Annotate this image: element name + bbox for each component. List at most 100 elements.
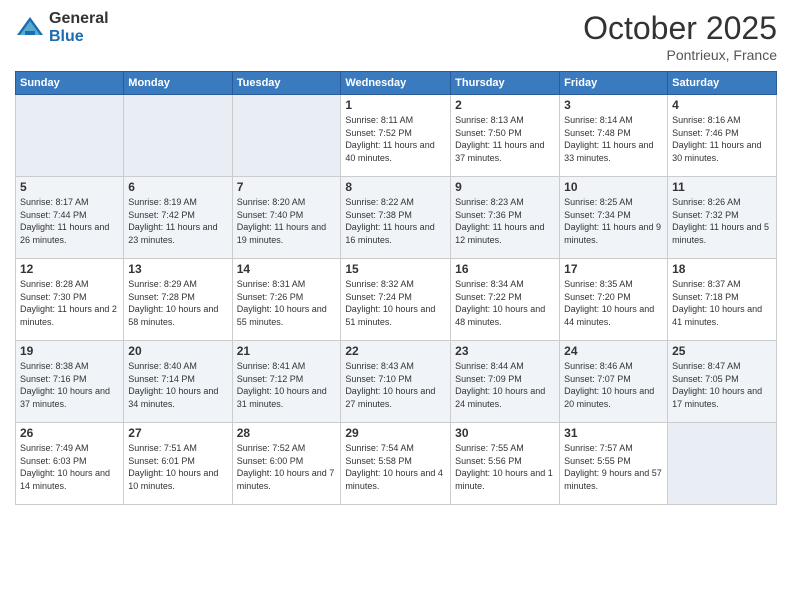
table-row: 16 Sunrise: 8:34 AM Sunset: 7:22 PM Dayli… — [451, 259, 560, 341]
table-row: 2Sunrise: 8:13 AM Sunset: 7:50 PM Daylig… — [451, 95, 560, 177]
table-row: 14Sunrise: 8:31 AM Sunset: 7:26 PM Dayli… — [232, 259, 341, 341]
day-number: 3 — [564, 98, 663, 112]
table-row: 31Sunrise: 7:57 AM Sunset: 5:55 PM Dayli… — [560, 423, 668, 505]
table-row: 12 Sunrise: 8:28 AM Sunset: 7:30 PM Dayli… — [16, 259, 124, 341]
day-number: 27 — [128, 426, 227, 440]
day-info: Sunrise: 8:14 AM Sunset: 7:48 PM Dayligh… — [564, 114, 663, 164]
calendar-week-row: 12 Sunrise: 8:28 AM Sunset: 7:30 PM Dayli… — [16, 259, 777, 341]
day-info: Sunrise: 7:52 AM Sunset: 6:00 PM Dayligh… — [237, 442, 337, 492]
col-sunday: Sunday — [16, 72, 124, 95]
day-number: 15 — [345, 262, 446, 276]
day-number: 29 — [345, 426, 446, 440]
header: General Blue October 2025 Pontrieux, Fra… — [15, 10, 777, 63]
day-number: 22 — [345, 344, 446, 358]
day-info: Sunrise: 8:34 AM Sunset: 7:22 PM Dayligh… — [455, 278, 555, 328]
day-info: Sunrise: 7:49 AM Sunset: 6:03 PM Dayligh… — [20, 442, 119, 492]
logo-general-text: General — [49, 10, 109, 28]
day-info: Sunrise: 8:16 AM Sunset: 7:46 PM Dayligh… — [672, 114, 772, 164]
table-row: 29 Sunrise: 7:54 AM Sunset: 5:58 PM Dayli… — [341, 423, 451, 505]
table-row: 25 Sunrise: 8:47 AM Sunset: 7:05 PM Dayli… — [668, 341, 777, 423]
day-info: Sunrise: 8:19 AM Sunset: 7:42 PM Dayligh… — [128, 196, 227, 246]
col-monday: Monday — [124, 72, 232, 95]
table-row — [16, 95, 124, 177]
table-row: 9Sunrise: 8:23 AM Sunset: 7:36 PM Daylig… — [451, 177, 560, 259]
table-row: 5 Sunrise: 8:17 AM Sunset: 7:44 PM Daylig… — [16, 177, 124, 259]
title-block: October 2025 Pontrieux, France — [583, 10, 777, 63]
day-number: 4 — [672, 98, 772, 112]
day-number: 9 — [455, 180, 555, 194]
day-info: Sunrise: 8:46 AM Sunset: 7:07 PM Dayligh… — [564, 360, 663, 410]
table-row: 11 Sunrise: 8:26 AM Sunset: 7:32 PM Dayli… — [668, 177, 777, 259]
calendar-week-row: 19Sunrise: 8:38 AM Sunset: 7:16 PM Dayli… — [16, 341, 777, 423]
day-number: 18 — [672, 262, 772, 276]
day-info: Sunrise: 8:25 AM Sunset: 7:34 PM Dayligh… — [564, 196, 663, 246]
col-friday: Friday — [560, 72, 668, 95]
calendar-week-row: 1Sunrise: 8:11 AM Sunset: 7:52 PM Daylig… — [16, 95, 777, 177]
day-number: 14 — [237, 262, 337, 276]
day-info: Sunrise: 8:38 AM Sunset: 7:16 PM Dayligh… — [20, 360, 119, 410]
day-number: 26 — [20, 426, 119, 440]
day-number: 16 — [455, 262, 555, 276]
calendar-header-row: Sunday Monday Tuesday Wednesday Thursday… — [16, 72, 777, 95]
day-info: Sunrise: 8:28 AM Sunset: 7:30 PM Dayligh… — [20, 278, 119, 328]
day-info: Sunrise: 8:41 AM Sunset: 7:12 PM Dayligh… — [237, 360, 337, 410]
day-number: 24 — [564, 344, 663, 358]
day-number: 17 — [564, 262, 663, 276]
day-number: 5 — [20, 180, 119, 194]
day-number: 11 — [672, 180, 772, 194]
day-info: Sunrise: 8:13 AM Sunset: 7:50 PM Dayligh… — [455, 114, 555, 164]
table-row: 19Sunrise: 8:38 AM Sunset: 7:16 PM Dayli… — [16, 341, 124, 423]
table-row — [668, 423, 777, 505]
table-row: 10Sunrise: 8:25 AM Sunset: 7:34 PM Dayli… — [560, 177, 668, 259]
day-number: 30 — [455, 426, 555, 440]
logo-blue-text: Blue — [49, 28, 109, 46]
day-info: Sunrise: 8:17 AM Sunset: 7:44 PM Dayligh… — [20, 196, 119, 246]
day-info: Sunrise: 8:20 AM Sunset: 7:40 PM Dayligh… — [237, 196, 337, 246]
logo-text: General Blue — [49, 10, 109, 45]
calendar-table: Sunday Monday Tuesday Wednesday Thursday… — [15, 71, 777, 505]
day-number: 13 — [128, 262, 227, 276]
table-row — [124, 95, 232, 177]
day-number: 25 — [672, 344, 772, 358]
table-row: 30Sunrise: 7:55 AM Sunset: 5:56 PM Dayli… — [451, 423, 560, 505]
calendar-week-row: 26 Sunrise: 7:49 AM Sunset: 6:03 PM Dayli… — [16, 423, 777, 505]
day-info: Sunrise: 8:29 AM Sunset: 7:28 PM Dayligh… — [128, 278, 227, 328]
logo: General Blue — [15, 10, 109, 45]
table-row: 27 Sunrise: 7:51 AM Sunset: 6:01 PM Dayli… — [124, 423, 232, 505]
table-row — [232, 95, 341, 177]
day-info: Sunrise: 8:37 AM Sunset: 7:18 PM Dayligh… — [672, 278, 772, 328]
table-row: 6 Sunrise: 8:19 AM Sunset: 7:42 PM Daylig… — [124, 177, 232, 259]
day-info: Sunrise: 8:22 AM Sunset: 7:38 PM Dayligh… — [345, 196, 446, 246]
day-number: 28 — [237, 426, 337, 440]
day-info: Sunrise: 7:51 AM Sunset: 6:01 PM Dayligh… — [128, 442, 227, 492]
table-row: 22 Sunrise: 8:43 AM Sunset: 7:10 PM Dayli… — [341, 341, 451, 423]
logo-icon — [15, 13, 45, 43]
page: General Blue October 2025 Pontrieux, Fra… — [0, 0, 792, 612]
table-row: 26 Sunrise: 7:49 AM Sunset: 6:03 PM Dayli… — [16, 423, 124, 505]
col-saturday: Saturday — [668, 72, 777, 95]
day-number: 1 — [345, 98, 446, 112]
day-info: Sunrise: 8:43 AM Sunset: 7:10 PM Dayligh… — [345, 360, 446, 410]
day-number: 12 — [20, 262, 119, 276]
col-tuesday: Tuesday — [232, 72, 341, 95]
day-info: Sunrise: 7:54 AM Sunset: 5:58 PM Dayligh… — [345, 442, 446, 492]
table-row: 4 Sunrise: 8:16 AM Sunset: 7:46 PM Daylig… — [668, 95, 777, 177]
table-row: 24 Sunrise: 8:46 AM Sunset: 7:07 PM Dayli… — [560, 341, 668, 423]
day-info: Sunrise: 7:57 AM Sunset: 5:55 PM Dayligh… — [564, 442, 663, 492]
table-row: 21Sunrise: 8:41 AM Sunset: 7:12 PM Dayli… — [232, 341, 341, 423]
day-info: Sunrise: 8:35 AM Sunset: 7:20 PM Dayligh… — [564, 278, 663, 328]
table-row: 23Sunrise: 8:44 AM Sunset: 7:09 PM Dayli… — [451, 341, 560, 423]
table-row: 20Sunrise: 8:40 AM Sunset: 7:14 PM Dayli… — [124, 341, 232, 423]
table-row: 18 Sunrise: 8:37 AM Sunset: 7:18 PM Dayli… — [668, 259, 777, 341]
col-wednesday: Wednesday — [341, 72, 451, 95]
col-thursday: Thursday — [451, 72, 560, 95]
day-info: Sunrise: 8:47 AM Sunset: 7:05 PM Dayligh… — [672, 360, 772, 410]
location-subtitle: Pontrieux, France — [583, 47, 777, 63]
table-row: 3 Sunrise: 8:14 AM Sunset: 7:48 PM Daylig… — [560, 95, 668, 177]
day-info: Sunrise: 8:26 AM Sunset: 7:32 PM Dayligh… — [672, 196, 772, 246]
day-number: 6 — [128, 180, 227, 194]
day-info: Sunrise: 8:32 AM Sunset: 7:24 PM Dayligh… — [345, 278, 446, 328]
table-row: 7Sunrise: 8:20 AM Sunset: 7:40 PM Daylig… — [232, 177, 341, 259]
table-row: 1Sunrise: 8:11 AM Sunset: 7:52 PM Daylig… — [341, 95, 451, 177]
day-info: Sunrise: 8:44 AM Sunset: 7:09 PM Dayligh… — [455, 360, 555, 410]
